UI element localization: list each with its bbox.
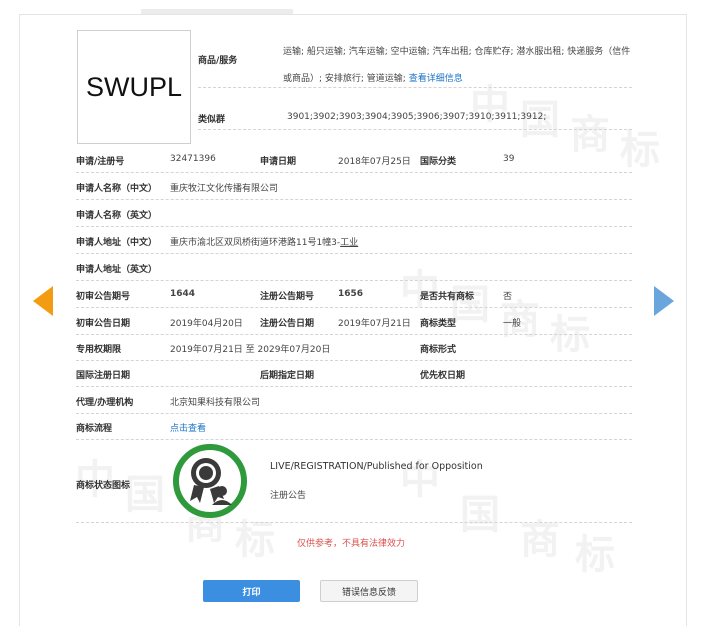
status-en: LIVE/REGISTRATION/Published for Oppositi… xyxy=(270,461,483,472)
app-date-label: 申请日期 xyxy=(260,157,297,167)
intl-class-value: 39 xyxy=(503,154,515,164)
watermark-glyph: 商 xyxy=(570,111,610,158)
error-feedback-button[interactable]: 错误信息反馈 xyxy=(320,580,418,602)
watermark-glyph: 国 xyxy=(125,471,165,518)
status-cn: 注册公告 xyxy=(270,491,307,501)
row-divider xyxy=(76,386,632,387)
process-link[interactable]: 点击查看 xyxy=(170,421,206,434)
agent-label: 代理/办理机构 xyxy=(76,398,134,408)
exclusive-label: 专用权期限 xyxy=(76,345,122,355)
status-label: 商标状态图标 xyxy=(76,481,131,491)
shared-value: 否 xyxy=(503,292,513,302)
prelim-issue-value: 1644 xyxy=(170,289,196,299)
goods-detail-link[interactable]: 查看详细信息 xyxy=(409,74,463,84)
watermark-glyph: 标 xyxy=(620,126,660,173)
reg-issue-label: 注册公告期号 xyxy=(260,292,315,302)
row-divider xyxy=(76,253,632,254)
reg-issue-value: 1656 xyxy=(338,289,364,299)
row-divider xyxy=(198,129,632,130)
trademark-name: SWUPL xyxy=(85,71,183,102)
priority-date-label: 优先权日期 xyxy=(420,371,466,381)
tm-type-value: 一般 xyxy=(503,319,522,329)
row-divider xyxy=(76,413,632,414)
reg-date-value: 2019年07月21日 xyxy=(338,319,411,329)
tm-form-label: 商标形式 xyxy=(420,345,457,355)
row-divider xyxy=(76,334,632,335)
process-label: 商标流程 xyxy=(76,424,113,434)
watermark-glyph: 标 xyxy=(235,516,275,563)
goods-services-text: 运输; 船只运输; 汽车运输; 空中运输; 汽车出租; 仓库贮存; 潜水服出租;… xyxy=(283,39,633,93)
row-divider xyxy=(76,280,632,281)
row-divider xyxy=(76,199,632,200)
row-divider xyxy=(76,307,632,308)
row-divider xyxy=(198,87,632,88)
later-date-label: 后期指定日期 xyxy=(260,371,315,381)
applicant-cn-label: 申请人名称（中文） xyxy=(76,184,158,194)
disclaimer-text: 仅供参考，不具有法律效力 xyxy=(297,539,406,549)
address-cn-text: 重庆市渝北区双凤桥街道环港路11号1幢3- xyxy=(170,238,341,248)
similar-group-label: 类似群 xyxy=(198,115,226,125)
intl-class-label: 国际分类 xyxy=(420,157,457,167)
shared-label: 是否共有商标 xyxy=(420,292,475,302)
previous-arrow-icon[interactable] xyxy=(33,286,53,316)
row-divider xyxy=(76,439,632,440)
app-date-value: 2018年07月25日 xyxy=(338,157,411,167)
similar-group-value: 3901;3902;3903;3904;3905;3906;3907;3910;… xyxy=(287,112,547,122)
row-divider xyxy=(76,522,632,523)
watermark-glyph: 标 xyxy=(575,531,615,578)
applicant-en-label: 申请人名称（英文） xyxy=(76,211,158,221)
print-button[interactable]: 打印 xyxy=(203,580,300,602)
watermark-glyph: 标 xyxy=(550,311,590,358)
prelim-issue-label: 初审公告期号 xyxy=(76,292,131,302)
goods-label: 商品/服务 xyxy=(198,56,238,66)
row-divider xyxy=(76,172,632,173)
registered-trademark-badge-icon xyxy=(173,444,247,518)
reg-number-value: 32471396 xyxy=(170,154,216,164)
address-en-label: 申请人地址（英文） xyxy=(76,265,158,275)
intl-reg-date-label: 国际注册日期 xyxy=(76,371,131,381)
tm-type-label: 商标类型 xyxy=(420,319,457,329)
prelim-date-value: 2019年04月20日 xyxy=(170,319,243,329)
prelim-date-label: 初审公告日期 xyxy=(76,319,131,329)
row-divider xyxy=(76,226,632,227)
address-cn-value: 重庆市渝北区双凤桥街道环港路11号1幢3-工业 xyxy=(170,235,358,248)
address-cn-link[interactable]: 工业 xyxy=(340,238,358,248)
reg-number-label: 申请/注册号 xyxy=(76,157,125,167)
agent-value: 北京知果科技有限公司 xyxy=(170,398,261,408)
address-cn-label: 申请人地址（中文） xyxy=(76,238,158,248)
reg-date-label: 注册公告日期 xyxy=(260,319,315,329)
next-arrow-icon[interactable] xyxy=(654,286,674,316)
exclusive-value: 2019年07月21日 至 2029年07月20日 xyxy=(170,345,331,355)
applicant-cn-value: 重庆牧江文化传播有限公司 xyxy=(170,184,279,194)
row-divider xyxy=(76,360,632,361)
watermark-glyph: 国 xyxy=(460,491,500,538)
trademark-image: SWUPL xyxy=(77,30,191,144)
watermark-glyph: 商 xyxy=(520,516,560,563)
